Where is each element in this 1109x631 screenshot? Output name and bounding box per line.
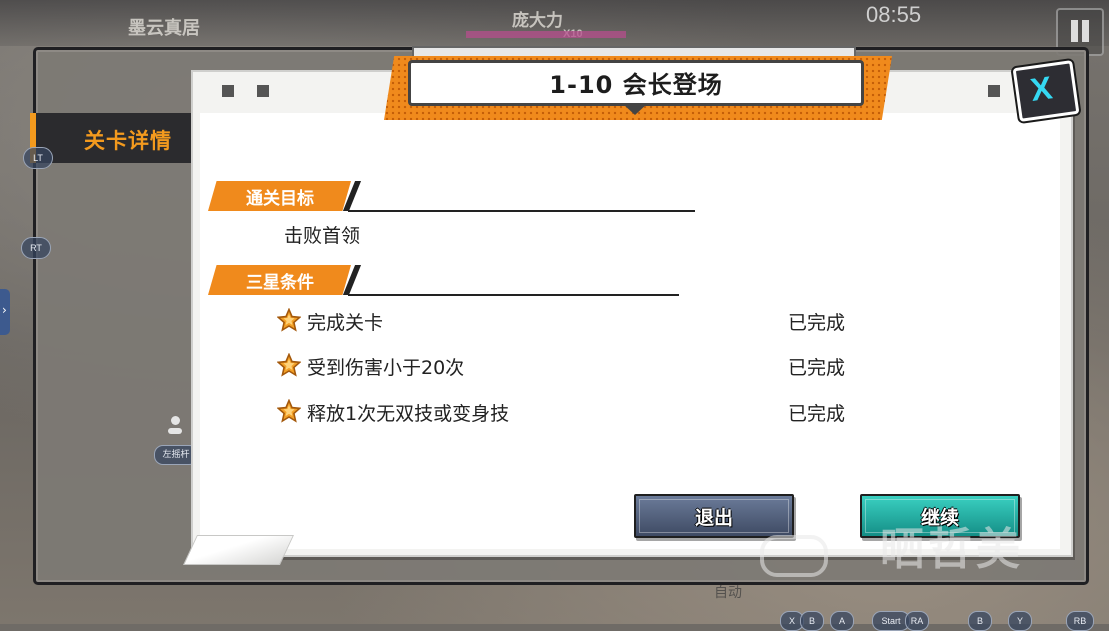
star-icon bbox=[277, 399, 301, 423]
close-button[interactable]: X bbox=[1012, 60, 1080, 122]
title-banner-top-edge bbox=[412, 46, 856, 56]
side-tab-stage-details[interactable]: 关卡详情 bbox=[30, 113, 211, 163]
star-icon bbox=[277, 308, 301, 332]
auto-label: 自动 bbox=[714, 585, 742, 601]
hud-player-name: 庞大力 bbox=[512, 11, 563, 30]
goal-header-underline bbox=[348, 210, 695, 212]
condition-text: 释放1次无双技或变身技 bbox=[307, 403, 510, 425]
condition-status: 已完成 bbox=[788, 403, 846, 425]
star-condition-row: 完成关卡 已完成 bbox=[277, 308, 877, 334]
panel-pin-icon bbox=[988, 85, 1000, 97]
stars-section-header: 三星条件 bbox=[208, 265, 683, 296]
gamepad-watermark-icon bbox=[760, 535, 828, 577]
star-icon bbox=[277, 353, 301, 377]
goal-header-label: 通关目标 bbox=[246, 189, 314, 209]
ra-button-hint[interactable]: RA bbox=[905, 611, 929, 631]
goal-text: 击败首领 bbox=[284, 225, 361, 247]
hud-top-left-label: 墨云真居 bbox=[128, 18, 200, 38]
paper-curl-decoration bbox=[183, 535, 294, 565]
watermark: 晒哲美 bbox=[760, 495, 1060, 585]
player-hp-bar bbox=[466, 31, 626, 38]
watermark-text: 晒哲美 bbox=[880, 524, 1024, 575]
title-box: 1-10 会长登场 bbox=[408, 60, 864, 115]
close-icon: X bbox=[1028, 69, 1055, 108]
panel-pin-icon bbox=[257, 85, 269, 97]
star-condition-row: 释放1次无双技或变身技 已完成 bbox=[277, 399, 877, 425]
goal-section-header: 通关目标 bbox=[208, 181, 698, 212]
stars-header-label: 三星条件 bbox=[246, 273, 314, 293]
b-button-hint[interactable]: B bbox=[800, 611, 824, 631]
condition-text: 受到伤害小于20次 bbox=[307, 357, 465, 379]
lt-button-hint[interactable]: LT bbox=[23, 147, 53, 169]
a-button-hint[interactable]: A bbox=[830, 611, 854, 631]
rb-button-hint[interactable]: RB bbox=[1066, 611, 1094, 631]
stars-header-underline bbox=[348, 294, 679, 296]
side-tab-label: 关卡详情 bbox=[84, 129, 172, 153]
condition-status: 已完成 bbox=[788, 357, 846, 379]
joystick-icon bbox=[168, 416, 182, 436]
hud-time: 08:55 bbox=[866, 2, 922, 27]
panel-pin-icon bbox=[222, 85, 234, 97]
rt-button-hint[interactable]: RT bbox=[21, 237, 51, 259]
condition-status: 已完成 bbox=[788, 312, 846, 334]
stage-title: 1-10 会长登场 bbox=[549, 71, 723, 99]
star-condition-row: 受到伤害小于20次 已完成 bbox=[277, 353, 877, 379]
side-drawer-handle[interactable] bbox=[0, 289, 10, 335]
y-button-hint[interactable]: Y bbox=[1008, 611, 1032, 631]
condition-text: 完成关卡 bbox=[307, 312, 384, 334]
b2-button-hint[interactable]: B bbox=[968, 611, 992, 631]
